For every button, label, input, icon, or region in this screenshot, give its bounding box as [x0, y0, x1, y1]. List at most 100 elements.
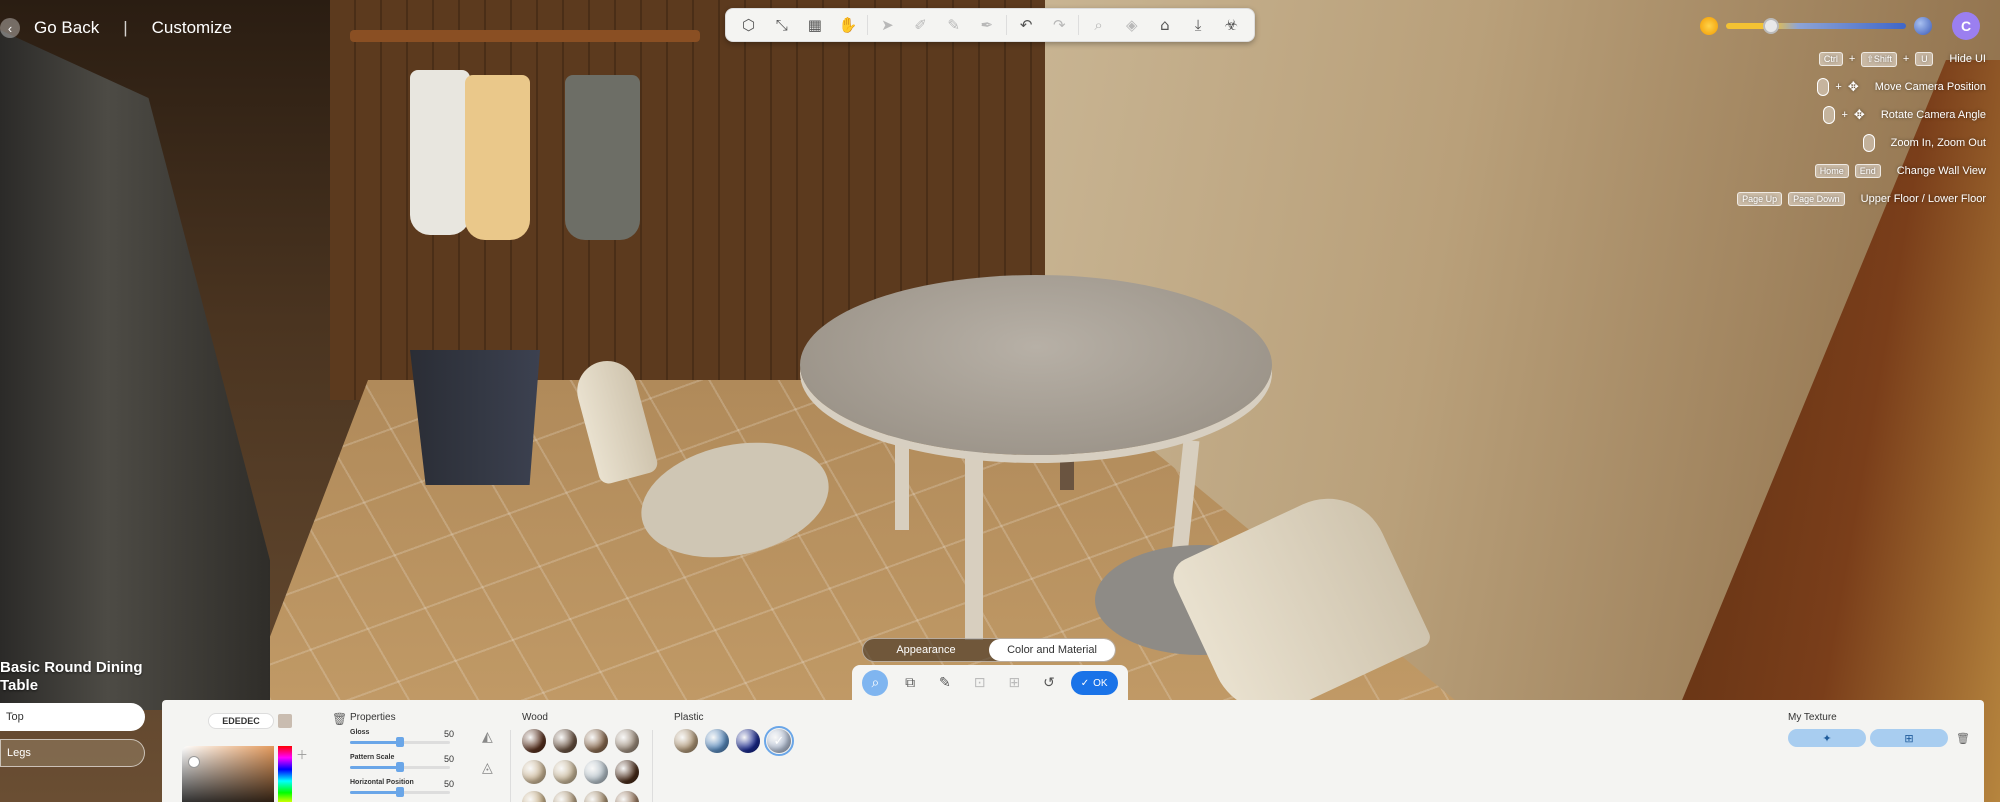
reset-icon[interactable]: ↺: [1036, 670, 1062, 696]
app-root: ‹ Go Back | Customize ⬡ ⤡ ▦ ✋ ➤ ✐ ✎ ✒ ↶ ↷ ⌕ ◈ ⌂ ⤓ ☣ C …: [0, 0, 2000, 802]
customize-label: Customize: [151, 18, 232, 37]
replace-material-icon[interactable]: ⧉: [897, 670, 923, 696]
redo-icon[interactable]: ↷: [1045, 11, 1073, 39]
select-arrow-icon[interactable]: ➤: [873, 11, 901, 39]
wood-material-swatch[interactable]: [615, 760, 639, 784]
edit-point-icon[interactable]: ✐: [907, 11, 935, 39]
shortcut-row: Home End Change Wall View: [1814, 162, 1986, 180]
wood-material-swatch[interactable]: [615, 729, 639, 753]
avatar[interactable]: C: [1952, 12, 1980, 40]
property-slider-fill: [350, 791, 400, 794]
mouse-icon: [1823, 106, 1836, 124]
hex-input[interactable]: EDEDEC: [208, 713, 274, 729]
check-icon: ✓: [1080, 677, 1090, 689]
trash-bin: [410, 350, 540, 485]
dining-table-top[interactable]: [800, 275, 1272, 455]
ai-texture-button[interactable]: ✦: [1788, 729, 1866, 747]
plastic-title: Plastic: [674, 712, 704, 723]
plastic-material-swatch[interactable]: ✓: [764, 726, 794, 756]
go-back-link[interactable]: Go Back: [34, 18, 99, 38]
property-value[interactable]: 50: [444, 754, 454, 764]
plastic-material-swatch[interactable]: [736, 729, 760, 753]
chevron-left-icon[interactable]: ‹: [0, 18, 20, 38]
bug-icon[interactable]: ☣: [1217, 11, 1245, 39]
tab-color-and-material[interactable]: Color and Material: [989, 639, 1115, 661]
part-button-top[interactable]: Top: [0, 703, 145, 731]
property-slider-thumb[interactable]: [396, 737, 404, 747]
key-cap: U: [1915, 52, 1934, 66]
property-value[interactable]: 50: [444, 729, 454, 739]
toolbar-separator: [867, 15, 869, 35]
eyedropper-icon[interactable]: ✎: [932, 670, 958, 696]
download-icon[interactable]: ⤓: [1184, 11, 1212, 39]
wood-material-swatch[interactable]: [553, 791, 577, 802]
crop-icon[interactable]: ⊡: [967, 670, 993, 696]
key-cap: Page Down: [1788, 192, 1845, 206]
ok-button[interactable]: ✓ OK: [1070, 671, 1118, 695]
paint-icon[interactable]: ✒: [973, 11, 1001, 39]
wood-material-swatch[interactable]: [584, 729, 608, 753]
plastic-material-swatch[interactable]: [705, 729, 729, 753]
top-nav: ‹ Go Back | Customize: [0, 18, 232, 38]
color-swatch[interactable]: [278, 714, 292, 728]
delete-texture-icon[interactable]: 🗑: [1956, 732, 1970, 745]
upload-texture-button[interactable]: ⊞: [1870, 729, 1948, 747]
property-slider[interactable]: [350, 762, 450, 772]
wood-materials: Wood: [522, 712, 639, 802]
property-slider-thumb[interactable]: [396, 787, 404, 797]
layers-icon[interactable]: ◈: [1118, 11, 1146, 39]
hanging-jacket-grey: [565, 75, 640, 240]
daylight-slider-thumb[interactable]: [1763, 18, 1779, 34]
key-cap: Ctrl: [1818, 52, 1843, 66]
wood-material-swatch[interactable]: [522, 729, 546, 753]
mode-tabs: Appearance Color and Material: [862, 638, 1116, 662]
property-slider-fill: [350, 741, 400, 744]
hue-slider[interactable]: [278, 746, 292, 802]
wood-material-swatch[interactable]: [522, 760, 546, 784]
mouse-icon: [1817, 78, 1830, 96]
shortcut-row: + ✥ Move Camera Position: [1817, 78, 1986, 96]
wood-material-swatch[interactable]: [553, 729, 577, 753]
wood-material-swatch[interactable]: [522, 791, 546, 802]
property-slider[interactable]: [350, 787, 450, 797]
plus-sign: +: [1902, 53, 1910, 65]
search-area-icon[interactable]: ⌕: [1085, 11, 1113, 39]
hand-icon[interactable]: ✋: [834, 11, 862, 39]
undo-icon[interactable]: ↶: [1012, 11, 1040, 39]
hanging-shirt-yellow: [465, 75, 530, 240]
rotate-texture-icon[interactable]: ◬: [482, 759, 493, 776]
cube-icon[interactable]: ⬡: [735, 11, 763, 39]
part-button-legs[interactable]: Legs: [0, 739, 145, 767]
wood-material-swatch[interactable]: [553, 760, 577, 784]
pen-icon[interactable]: ✎: [940, 11, 968, 39]
transform-icon[interactable]: ⊞: [1001, 670, 1027, 696]
daylight-slider[interactable]: [1726, 18, 1906, 34]
property-slider[interactable]: [350, 737, 450, 747]
toolbar-separator: [1078, 15, 1080, 35]
property-row: Pattern Scale 50: [350, 754, 460, 779]
plastic-material-swatch[interactable]: [674, 729, 698, 753]
mirror-icon[interactable]: ◭: [482, 728, 493, 745]
property-slider-thumb[interactable]: [396, 762, 404, 772]
ok-label: OK: [1093, 677, 1108, 689]
add-swatch-icon[interactable]: ＋: [296, 746, 308, 763]
property-value[interactable]: 50: [444, 779, 454, 789]
nav-separator: |: [123, 18, 128, 37]
align-tools: ◭ ◬: [482, 728, 493, 776]
grid-icon[interactable]: ▦: [801, 11, 829, 39]
wood-material-swatch[interactable]: [584, 760, 608, 784]
tab-appearance[interactable]: Appearance: [863, 639, 989, 661]
material-picker-icon[interactable]: ⌕: [862, 670, 889, 696]
saturation-area[interactable]: [182, 746, 274, 802]
daylight-control: C: [1700, 12, 1980, 40]
key-cap: End: [1854, 164, 1881, 178]
property-row: Horizontal Position 50: [350, 779, 460, 802]
shortcut-label: Zoom In, Zoom Out: [1890, 137, 1986, 149]
draw-line-icon[interactable]: ⤡: [768, 11, 796, 39]
wood-material-swatch[interactable]: [584, 791, 608, 802]
saturation-cursor[interactable]: [188, 756, 200, 768]
home-icon[interactable]: ⌂: [1151, 11, 1179, 39]
shortcut-label: Move Camera Position: [1874, 81, 1986, 93]
wood-material-swatch[interactable]: [615, 791, 639, 802]
delete-color-icon[interactable]: 🗑: [332, 712, 347, 726]
